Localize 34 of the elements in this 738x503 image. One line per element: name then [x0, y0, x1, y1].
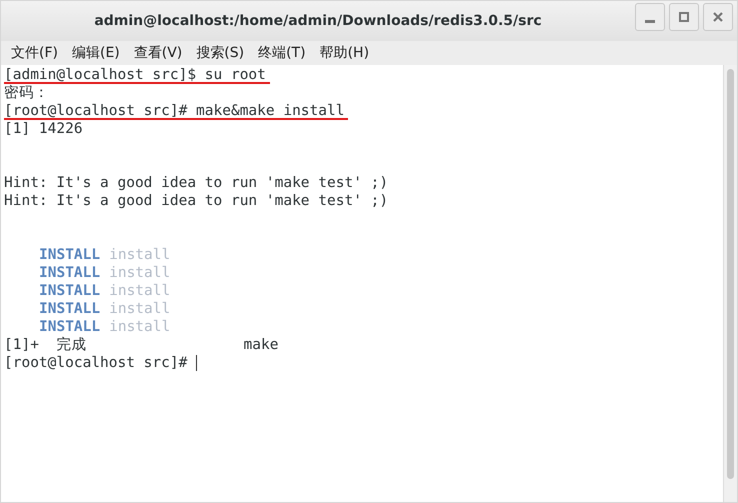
install-target: install	[109, 300, 170, 318]
close-icon	[713, 12, 723, 22]
install-target: install	[109, 246, 170, 264]
terminal-line: [1] 14226	[4, 120, 83, 138]
text-cursor	[196, 355, 198, 371]
scrollbar[interactable]	[723, 65, 737, 502]
menu-item[interactable]: 查看(V)	[134, 42, 182, 64]
menu-item[interactable]: 编辑(E)	[72, 42, 120, 64]
install-target: install	[109, 282, 170, 300]
install-label: INSTALL	[39, 300, 100, 318]
window-title: admin@localhost:/home/admin/Downloads/redis3.0.5/src	[93, 12, 543, 30]
terminal-line: Hint: It's a good idea to run 'make test' ;)	[4, 192, 388, 210]
terminal-line: 密码：	[4, 84, 49, 102]
maximize-button[interactable]	[669, 3, 699, 31]
install-label: INSTALL	[39, 264, 100, 282]
menu-item[interactable]: 搜索(S)	[196, 42, 244, 64]
terminal-line: [root@localhost src]# make&make install	[4, 102, 348, 120]
minimize-button[interactable]	[635, 3, 665, 31]
menu-item[interactable]: 终端(T)	[258, 42, 306, 64]
minimize-icon	[645, 20, 655, 22]
install-label: INSTALL	[39, 282, 100, 300]
scrollbar-thumb[interactable]	[727, 69, 734, 479]
close-button[interactable]	[703, 3, 733, 31]
menu-item[interactable]: 帮助(H)	[320, 42, 370, 64]
terminal-line: Hint: It's a good idea to run 'make test' ;)	[4, 174, 388, 192]
terminal-line: [root@localhost src]#	[4, 354, 188, 372]
maximize-icon	[679, 12, 689, 22]
install-label: INSTALL	[39, 318, 100, 336]
terminal-line: [admin@localhost src]$ su root	[4, 66, 270, 84]
menu-item[interactable]: 文件(F)	[11, 42, 58, 64]
install-target: install	[109, 318, 170, 336]
install-target: install	[109, 264, 170, 282]
terminal-line: [1]+ 完成 make	[4, 336, 278, 354]
install-label: INSTALL	[39, 246, 100, 264]
